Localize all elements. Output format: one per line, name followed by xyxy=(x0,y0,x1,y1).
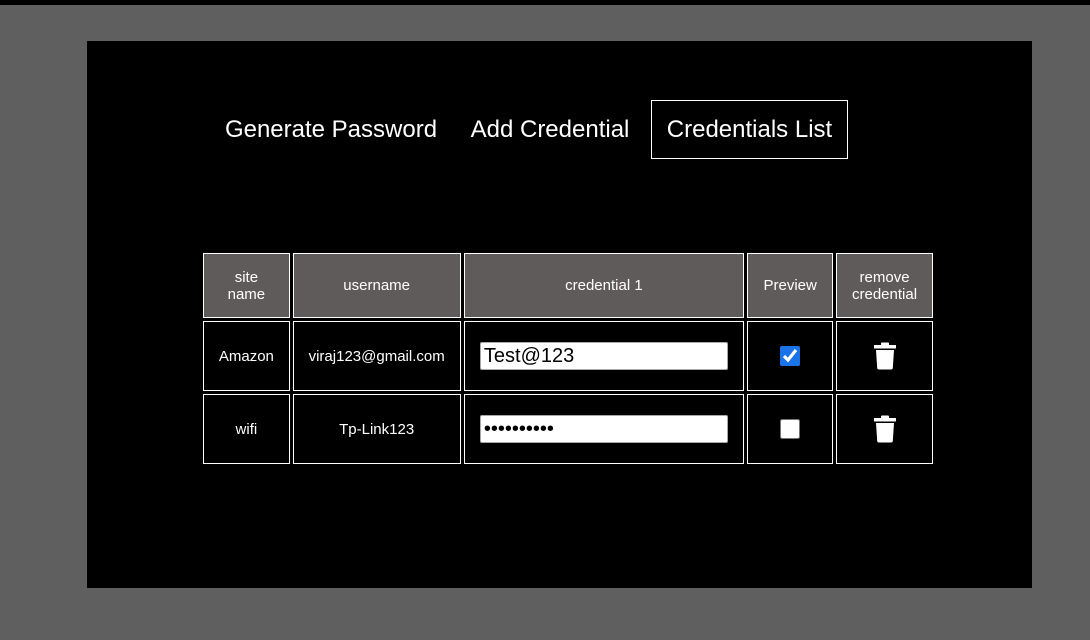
header-remove-credential: remove credential xyxy=(836,253,933,318)
cell-remove xyxy=(836,321,933,391)
cell-preview xyxy=(747,394,834,464)
preview-checkbox[interactable] xyxy=(780,346,801,366)
trash-icon[interactable] xyxy=(873,415,896,443)
table-header-row: site name username credential 1 Preview … xyxy=(203,253,933,318)
nav-generate-password[interactable]: Generate Password xyxy=(213,100,449,159)
cell-remove xyxy=(836,394,933,464)
header-username: username xyxy=(292,253,461,318)
nav-bar: Generate Password Add Credential Credent… xyxy=(87,100,1032,159)
credentials-table: site name username credential 1 Preview … xyxy=(200,250,936,467)
table-row: wifi Tp-Link123 xyxy=(203,394,933,464)
cell-username: Tp-Link123 xyxy=(292,394,461,464)
window-top-strip xyxy=(0,0,1090,5)
nav-credentials-list[interactable]: Credentials List xyxy=(651,100,848,159)
preview-checkbox[interactable] xyxy=(780,419,801,439)
app-panel: Generate Password Add Credential Credent… xyxy=(87,41,1032,588)
cell-credential xyxy=(463,394,745,464)
header-credential: credential 1 xyxy=(463,253,745,318)
credential-input[interactable] xyxy=(479,415,728,443)
table-row: Amazon viraj123@gmail.com xyxy=(203,321,933,391)
header-preview: Preview xyxy=(747,253,834,318)
cell-credential xyxy=(463,321,745,391)
cell-site-name: wifi xyxy=(203,394,290,464)
header-site-name: site name xyxy=(203,253,290,318)
trash-icon[interactable] xyxy=(873,342,896,370)
cell-preview xyxy=(747,321,834,391)
nav-add-credential[interactable]: Add Credential xyxy=(463,100,637,159)
credential-input[interactable] xyxy=(479,342,728,370)
cell-site-name: Amazon xyxy=(203,321,290,391)
cell-username: viraj123@gmail.com xyxy=(292,321,461,391)
